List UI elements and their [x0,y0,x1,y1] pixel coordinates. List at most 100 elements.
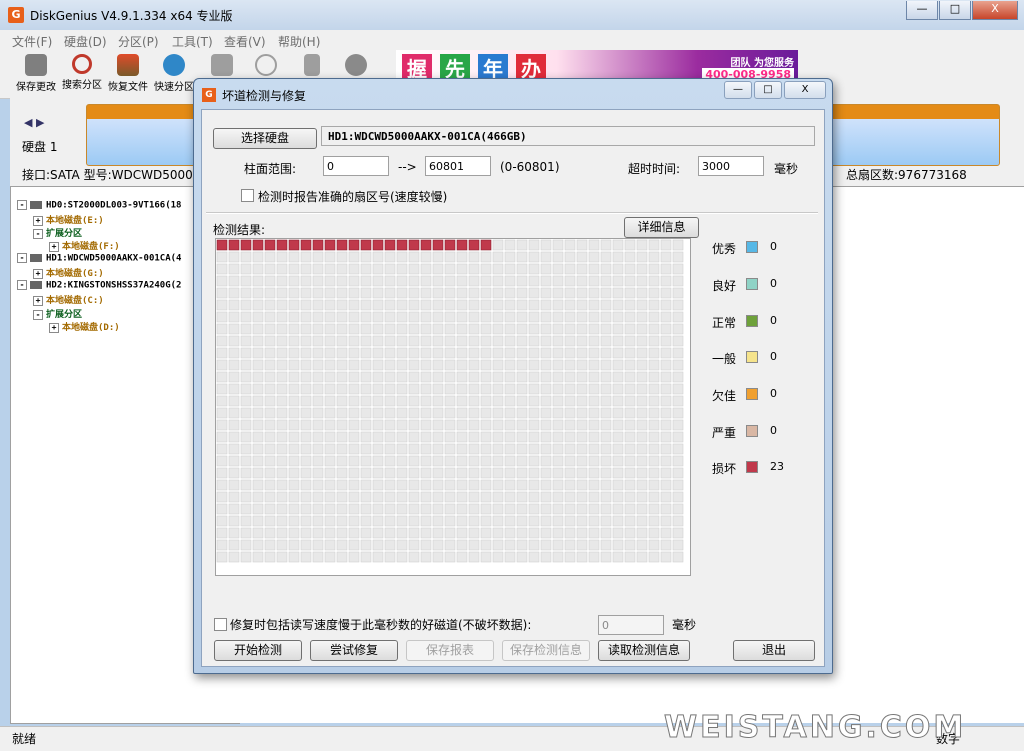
unscanned-block [648,311,660,323]
expand-icon[interactable]: + [49,322,59,333]
menu-view[interactable]: 查看(V) [224,33,266,50]
menu-help[interactable]: 帮助(H) [278,33,320,50]
legend-damaged: 损坏 23 [712,460,784,477]
unscanned-block [348,467,360,479]
start-scan-button[interactable]: 开始检测 [214,640,302,661]
dialog-maximize-button[interactable]: □ [754,81,782,99]
menu-disk[interactable]: 硬盘(D) [64,33,107,50]
save-changes-button[interactable]: 保存更改 [14,52,58,93]
timeout-input[interactable]: 3000 [698,156,764,176]
select-disk-button[interactable]: 选择硬盘 [213,128,317,149]
expand-icon[interactable]: + [33,295,43,306]
unscanned-block [216,359,228,371]
delete-partition-button[interactable] [290,52,334,78]
tree-item-partition-g[interactable]: + 本地磁盘(G:) [33,266,104,279]
save-report-button[interactable]: 保存报表 [406,640,494,661]
collapse-icon[interactable]: - [17,280,27,290]
unscanned-block [564,467,576,479]
tree-item-partition-f[interactable]: + 本地磁盘(F:) [49,239,120,252]
unscanned-block [456,527,468,539]
unscanned-block [408,527,420,539]
damaged-block [300,239,312,251]
unscanned-block [360,551,372,563]
menu-partition[interactable]: 分区(P) [118,33,159,50]
unscanned-block [252,407,264,419]
unscanned-block [312,407,324,419]
recover-files-button[interactable]: 恢复文件 [106,52,150,93]
collapse-icon[interactable]: - [33,309,43,320]
unscanned-block [540,479,552,491]
search-partition-button[interactable]: 搜索分区 [60,52,104,91]
tree-item-partition-c[interactable]: + 本地磁盘(C:) [33,293,104,306]
report-exact-sector-checkbox[interactable] [241,189,254,202]
tree-item-partition-d[interactable]: + 本地磁盘(D:) [49,320,120,333]
unscanned-block [420,539,432,551]
details-button[interactable]: 详细信息 [624,217,699,238]
unscanned-block [612,515,624,527]
load-scan-info-button[interactable]: 读取检测信息 [598,640,690,661]
damaged-block [456,239,468,251]
unscanned-block [636,239,648,251]
unscanned-block [324,371,336,383]
unscanned-block [288,551,300,563]
unscanned-block [216,515,228,527]
tree-label: 本地磁盘(F:) [62,242,120,252]
unscanned-block [396,311,408,323]
repair-slow-tracks-checkbox[interactable] [214,618,227,631]
unscanned-block [648,551,660,563]
maximize-button[interactable]: □ [939,1,971,20]
unscanned-block [252,383,264,395]
minimize-button[interactable]: — [906,1,938,20]
expand-icon[interactable]: + [49,241,59,252]
unscanned-block [480,515,492,527]
unscanned-block [420,431,432,443]
try-repair-button[interactable]: 尝试修复 [310,640,398,661]
cylinder-end-input[interactable]: 60801 [425,156,491,176]
unscanned-block [540,263,552,275]
expand-icon[interactable]: + [33,268,43,279]
expand-icon[interactable]: + [33,215,43,226]
tree-item-hd0[interactable]: - HD0:ST2000DL003-9VT166(18 [17,200,181,211]
quick-partition-button[interactable]: 快速分区 [152,52,196,93]
dialog-close-button[interactable]: X [784,81,826,99]
unscanned-block [648,455,660,467]
tree-item-extended[interactable]: - 扩展分区 [33,226,82,239]
cylinder-start-input[interactable]: 0 [323,156,389,176]
disk-nav-arrows[interactable]: ◀ ▶ [24,116,44,129]
unscanned-block [288,275,300,287]
unscanned-block [480,371,492,383]
unscanned-block [648,275,660,287]
app-logo-icon: G [8,7,24,23]
unscanned-block [372,551,384,563]
unscanned-block [552,539,564,551]
unscanned-block [552,491,564,503]
unscanned-block [480,467,492,479]
tree-item-extended-2[interactable]: - 扩展分区 [33,307,82,320]
unscanned-block [456,551,468,563]
menu-file[interactable]: 文件(F) [12,33,52,50]
unscanned-block [588,479,600,491]
unscanned-block [240,551,252,563]
tree-item-hd1[interactable]: - HD1:WDCWD5000AAKX-001CA(4 [17,253,181,264]
unscanned-block [288,383,300,395]
tree-item-hd2[interactable]: - HD2:KINGSTONSHSS37A240G(2 [17,280,181,291]
format-icon [255,54,277,76]
dialog-minimize-button[interactable]: — [724,81,752,99]
unscanned-block [588,347,600,359]
new-partition-button[interactable] [200,52,244,78]
collapse-icon[interactable]: - [17,200,27,210]
close-button[interactable]: X [972,1,1018,20]
tree-item-partition-e[interactable]: + 本地磁盘(E:) [33,213,104,226]
format-button[interactable] [244,52,288,78]
exit-button[interactable]: 退出 [733,640,815,661]
tree-label: HD1:WDCWD5000AAKX-001CA(4 [46,253,182,264]
unscanned-block [600,503,612,515]
collapse-icon[interactable]: - [17,253,27,263]
repair-ms-input[interactable]: 0 [598,615,664,635]
collapse-icon[interactable]: - [33,228,43,239]
unscanned-block [516,395,528,407]
menu-tools[interactable]: 工具(T) [172,33,213,50]
unscanned-block [612,491,624,503]
save-scan-info-button[interactable]: 保存检测信息 [502,640,590,661]
backup-button[interactable] [334,52,378,78]
